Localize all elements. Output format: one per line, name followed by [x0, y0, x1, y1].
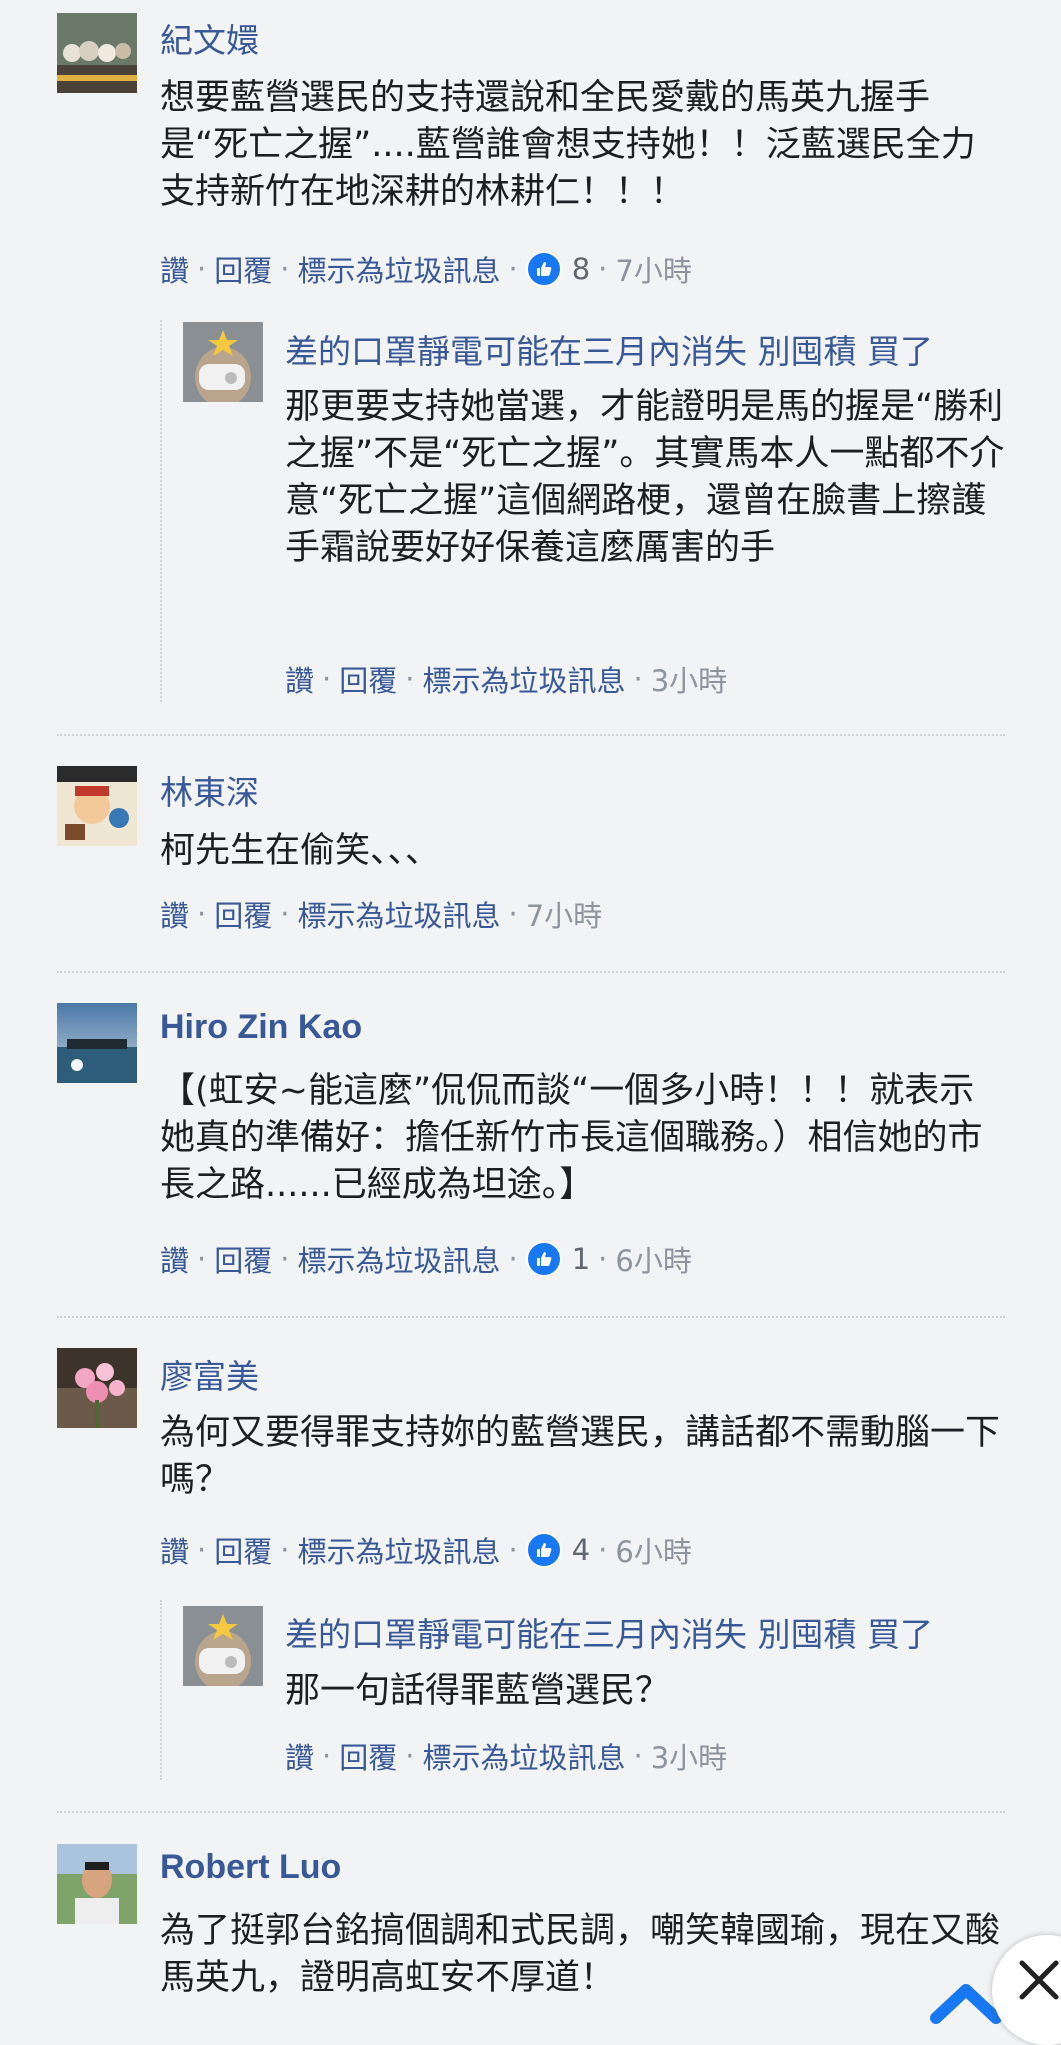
comment-text: 那一句話得罪藍營選民？	[285, 1671, 671, 1711]
separator: ·	[633, 662, 643, 696]
like-link[interactable]: 讚	[285, 1735, 314, 1777]
thumbs-up-icon[interactable]	[525, 1241, 562, 1277]
thumbs-up-icon[interactable]	[525, 251, 562, 287]
thumbs-up-icon[interactable]	[525, 1532, 562, 1568]
separator: ·	[405, 662, 415, 696]
avatar[interactable]	[57, 1348, 137, 1428]
comment-text: 那更要支持她當選，才能證明是馬的握是“勝利之握”不是“死亡之握”。其實馬本人一點…	[285, 387, 1005, 568]
reply-link[interactable]: 回覆	[214, 893, 272, 935]
separator: ·	[280, 252, 290, 286]
avatar[interactable]	[57, 766, 137, 846]
comment-text: 想要藍營選民的支持還說和全民愛戴的馬英九握手是“死亡之握”....藍營誰會想支持…	[160, 78, 976, 212]
timestamp[interactable]: 6小時	[615, 1238, 691, 1280]
comment-actions: 讚 · 回覆 · 標示為垃圾訊息 · 8 · 7小時	[160, 248, 692, 290]
like-link[interactable]: 讚	[160, 893, 189, 935]
separator: ·	[322, 662, 332, 696]
author-name[interactable]: 林東深	[160, 766, 259, 814]
mark-spam-link[interactable]: 標示為垃圾訊息	[422, 1735, 625, 1777]
separator: ·	[405, 1739, 415, 1773]
comment-text: 柯先生在偷笑、、、	[160, 831, 441, 871]
separator: ·	[508, 1533, 518, 1567]
separator: ·	[598, 252, 608, 286]
separator: ·	[508, 897, 518, 931]
comment-actions: 讚 · 回覆 · 標示為垃圾訊息 · 3小時	[285, 1735, 727, 1777]
close-icon	[1019, 1960, 1059, 2000]
comment-actions: 讚 · 回覆 · 標示為垃圾訊息 · 4 · 6小時	[160, 1529, 692, 1571]
separator: ·	[197, 1242, 207, 1276]
separator: ·	[280, 1533, 290, 1567]
separator: ·	[508, 252, 518, 286]
like-link[interactable]: 讚	[160, 1529, 189, 1571]
like-link[interactable]: 讚	[285, 658, 314, 700]
divider	[57, 1316, 1005, 1318]
author-name[interactable]: 差的口罩靜電可能在三月內消失 別囤積 買了	[285, 1608, 1005, 1656]
comment-actions: 讚 · 回覆 · 標示為垃圾訊息 · 3小時	[285, 658, 727, 700]
like-count[interactable]: 4	[572, 1533, 590, 1567]
avatar[interactable]	[57, 1003, 137, 1083]
like-count[interactable]: 8	[572, 252, 590, 286]
author-name[interactable]: 廖富美	[160, 1350, 259, 1398]
mark-spam-link[interactable]: 標示為垃圾訊息	[297, 1238, 500, 1280]
mark-spam-link[interactable]: 標示為垃圾訊息	[422, 658, 625, 700]
reply-link[interactable]: 回覆	[214, 248, 272, 290]
timestamp[interactable]: 3小時	[651, 1735, 727, 1777]
separator: ·	[322, 1739, 332, 1773]
mark-spam-link[interactable]: 標示為垃圾訊息	[297, 893, 500, 935]
mark-spam-link[interactable]: 標示為垃圾訊息	[297, 248, 500, 290]
separator: ·	[197, 252, 207, 286]
reply-link[interactable]: 回覆	[214, 1238, 272, 1280]
like-link[interactable]: 讚	[160, 1238, 189, 1280]
separator: ·	[598, 1242, 608, 1276]
reply-link[interactable]: 回覆	[339, 1735, 397, 1777]
comment-text: 為何又要得罪支持妳的藍營選民，講話都不需動腦一下嗎？	[160, 1413, 1001, 1500]
divider	[57, 734, 1005, 736]
comment-actions: 讚 · 回覆 · 標示為垃圾訊息 · 7小時	[160, 893, 602, 935]
divider	[57, 1811, 1005, 1813]
comment-text: 【(虹安~能這麼”侃侃而談“一個多小時！！！就表示她真的準備好：擔任新竹市長這個…	[160, 1071, 983, 1205]
avatar[interactable]	[183, 1606, 263, 1686]
comment-text: 為了挺郭台銘搞個調和式民調，嘲笑韓國瑜，現在又酸馬英九，證明高虹安不厚道！	[160, 1911, 1001, 1998]
comment-actions: 讚 · 回覆 · 標示為垃圾訊息 · 1 · 6小時	[160, 1238, 692, 1280]
author-name[interactable]: 差的口罩靜電可能在三月內消失 別囤積 買了	[285, 325, 1005, 373]
avatar[interactable]	[57, 1844, 137, 1924]
reply-thread-line	[160, 1600, 162, 1780]
author-name[interactable]: Hiro Zin Kao	[160, 1008, 362, 1047]
like-link[interactable]: 讚	[160, 248, 189, 290]
mark-spam-link[interactable]: 標示為垃圾訊息	[297, 1529, 500, 1571]
timestamp[interactable]: 3小時	[651, 658, 727, 700]
separator: ·	[598, 1533, 608, 1567]
timestamp[interactable]: 6小時	[615, 1529, 691, 1571]
divider	[57, 971, 1005, 973]
reply-link[interactable]: 回覆	[339, 658, 397, 700]
reply-link[interactable]: 回覆	[214, 1529, 272, 1571]
avatar[interactable]	[183, 322, 263, 402]
avatar[interactable]	[57, 13, 137, 93]
timestamp[interactable]: 7小時	[526, 893, 602, 935]
separator: ·	[197, 897, 207, 931]
separator: ·	[280, 1242, 290, 1276]
author-name[interactable]: 紀文嬛	[160, 14, 259, 62]
timestamp[interactable]: 7小時	[615, 248, 691, 290]
separator: ·	[508, 1242, 518, 1276]
separator: ·	[197, 1533, 207, 1567]
separator: ·	[280, 897, 290, 931]
author-name[interactable]: Robert Luo	[160, 1848, 341, 1887]
like-count[interactable]: 1	[572, 1242, 590, 1276]
separator: ·	[633, 1739, 643, 1773]
reply-thread-line	[160, 320, 162, 702]
